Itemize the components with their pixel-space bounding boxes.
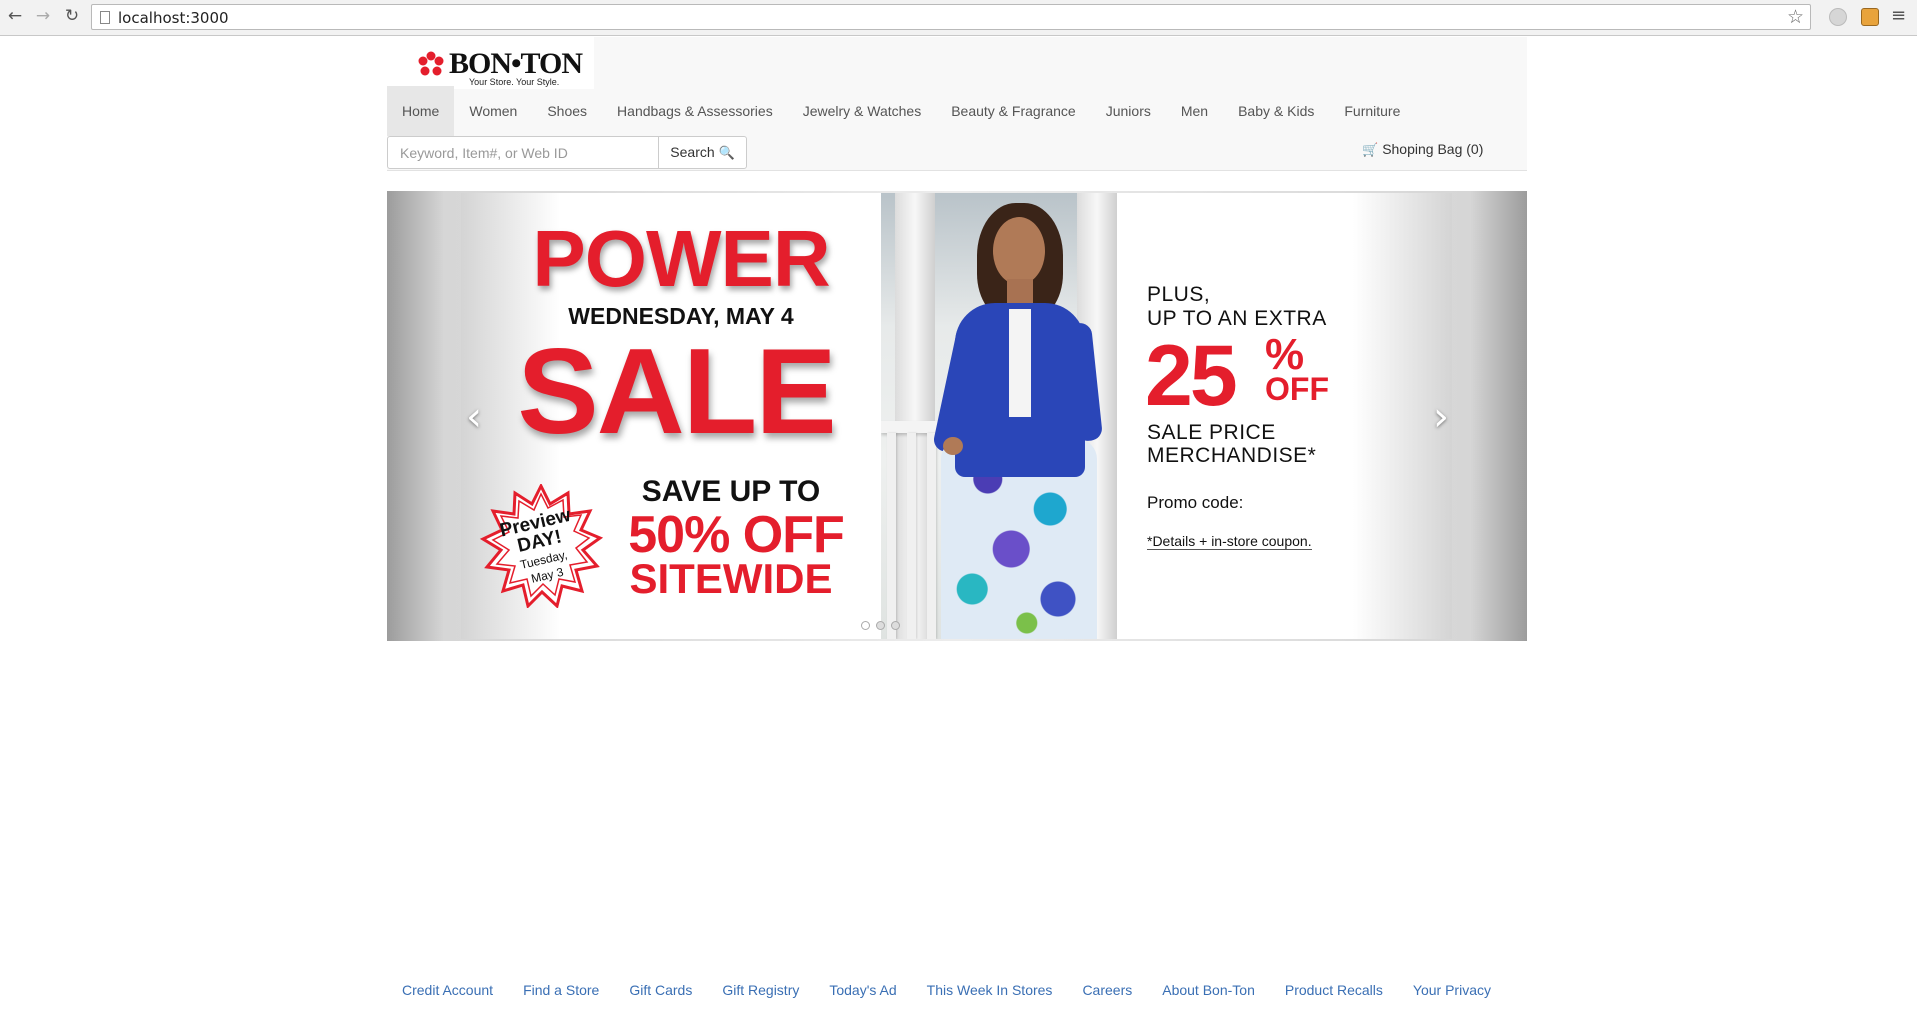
save-sitewide: SITEWIDE bbox=[629, 555, 833, 602]
reload-icon[interactable]: ↻ bbox=[61, 5, 83, 27]
model-face bbox=[993, 217, 1045, 285]
page-icon bbox=[100, 11, 110, 24]
search-input[interactable] bbox=[387, 136, 659, 169]
nav-item-handbags[interactable]: Handbags & Assessories bbox=[602, 86, 788, 136]
nav-item-furniture[interactable]: Furniture bbox=[1329, 86, 1415, 136]
save-up-to: SAVE UP TO bbox=[641, 475, 821, 508]
footer-link-about[interactable]: About Bon-Ton bbox=[1147, 980, 1270, 1000]
extension-icon[interactable] bbox=[1829, 8, 1847, 26]
promo-code: Promo code: bbox=[1147, 493, 1244, 512]
carousel-next-button[interactable]: › bbox=[1426, 397, 1456, 437]
sale-panel: POWER WEDNESDAY, MAY 4 SALE Preview DAY!… bbox=[461, 193, 881, 639]
browser-toolbar: ← → ↻ localhost:3000 ☆ ≡ bbox=[0, 0, 1917, 36]
sale-line2: MERCHANDISE* bbox=[1147, 444, 1317, 467]
nav-item-beauty[interactable]: Beauty & Fragrance bbox=[936, 86, 1091, 136]
footer-links: Credit Account Find a Store Gift Cards G… bbox=[387, 980, 1527, 1000]
nav-item-baby-kids[interactable]: Baby & Kids bbox=[1223, 86, 1329, 136]
sale-line1: SALE PRICE bbox=[1147, 421, 1276, 444]
nav-item-juniors[interactable]: Juniors bbox=[1091, 86, 1166, 136]
forward-arrow-icon[interactable]: → bbox=[32, 5, 54, 27]
flower-logo-icon bbox=[418, 51, 444, 76]
off-label: OFF bbox=[1265, 371, 1329, 407]
carousel-dot[interactable] bbox=[876, 621, 885, 630]
baluster bbox=[907, 433, 916, 639]
footer-link-find-store[interactable]: Find a Store bbox=[508, 980, 614, 1000]
chevron-right-icon: › bbox=[1433, 394, 1449, 440]
chevron-left-icon: ‹ bbox=[466, 394, 482, 440]
url-text[interactable]: localhost:3000 bbox=[118, 9, 229, 27]
carousel-indicators bbox=[861, 621, 900, 630]
shopping-bag-label: Shoping Bag (0) bbox=[1382, 141, 1484, 157]
headline-power: POWER bbox=[532, 214, 830, 303]
footer-link-gift-registry[interactable]: Gift Registry bbox=[707, 980, 814, 1000]
model-shirt bbox=[1009, 309, 1031, 417]
carousel-dot[interactable] bbox=[891, 621, 900, 630]
carousel-dot-active[interactable] bbox=[861, 621, 870, 630]
back-arrow-icon[interactable]: ← bbox=[4, 5, 26, 27]
footer-link-gift-cards[interactable]: Gift Cards bbox=[614, 980, 707, 1000]
cart-icon: 🛒 bbox=[1362, 143, 1379, 158]
hero-carousel: POWER WEDNESDAY, MAY 4 SALE Preview DAY!… bbox=[387, 191, 1527, 641]
model-photo bbox=[881, 193, 1117, 639]
nav-item-jewelry[interactable]: Jewelry & Watches bbox=[788, 86, 937, 136]
headline-sale: SALE bbox=[517, 323, 836, 459]
model-hand bbox=[943, 437, 963, 455]
extra-offer-panel: PLUS, UP TO AN EXTRA 25 % OFF SALE PRICE… bbox=[1145, 193, 1427, 639]
menu-icon[interactable]: ≡ bbox=[1891, 7, 1907, 25]
carousel-prev-button[interactable]: ‹ bbox=[459, 397, 489, 437]
baluster bbox=[887, 433, 896, 639]
footer-link-careers[interactable]: Careers bbox=[1067, 980, 1147, 1000]
percent-sign: % bbox=[1265, 330, 1305, 379]
search-button[interactable]: Search 🔍 bbox=[658, 136, 747, 169]
footer-link-credit-account[interactable]: Credit Account bbox=[387, 980, 508, 1000]
footer-link-this-week[interactable]: This Week In Stores bbox=[912, 980, 1068, 1000]
extension-icon[interactable] bbox=[1861, 8, 1879, 26]
main-nav: Home Women Shoes Handbags & Assessories … bbox=[387, 86, 1415, 136]
carousel-slide[interactable]: POWER WEDNESDAY, MAY 4 SALE Preview DAY!… bbox=[461, 193, 1452, 639]
address-bar[interactable]: localhost:3000 ☆ bbox=[91, 4, 1811, 30]
extra-percent-number: 25 bbox=[1145, 328, 1238, 424]
site-header: BON•TON Your Store. Your Style. Home Wom… bbox=[387, 37, 1527, 171]
logo[interactable]: BON•TON Your Store. Your Style. bbox=[387, 37, 594, 89]
plus-line1: PLUS, bbox=[1147, 283, 1211, 306]
extra-percent-off: % OFF bbox=[1265, 330, 1329, 407]
sale-merchandise-text: SALE PRICE MERCHANDISE* bbox=[1147, 421, 1316, 467]
nav-item-men[interactable]: Men bbox=[1166, 86, 1223, 136]
search-button-label: Search bbox=[670, 144, 715, 160]
footer-link-privacy[interactable]: Your Privacy bbox=[1398, 980, 1506, 1000]
details-link[interactable]: *Details + in-store coupon. bbox=[1147, 533, 1312, 550]
baluster bbox=[927, 433, 936, 639]
nav-item-home[interactable]: Home bbox=[387, 86, 455, 136]
search-icon: 🔍 bbox=[718, 146, 735, 161]
plus-text: PLUS, UP TO AN EXTRA bbox=[1147, 283, 1327, 331]
nav-item-women[interactable]: Women bbox=[454, 86, 532, 136]
bookmark-star-icon[interactable]: ☆ bbox=[1787, 6, 1804, 28]
brand-name: BON•TON bbox=[449, 47, 583, 80]
nav-item-shoes[interactable]: Shoes bbox=[532, 86, 602, 136]
shopping-bag-link[interactable]: 🛒 Shoping Bag (0) bbox=[1362, 137, 1483, 161]
footer-link-todays-ad[interactable]: Today's Ad bbox=[814, 980, 911, 1000]
footer-link-product-recalls[interactable]: Product Recalls bbox=[1270, 980, 1398, 1000]
